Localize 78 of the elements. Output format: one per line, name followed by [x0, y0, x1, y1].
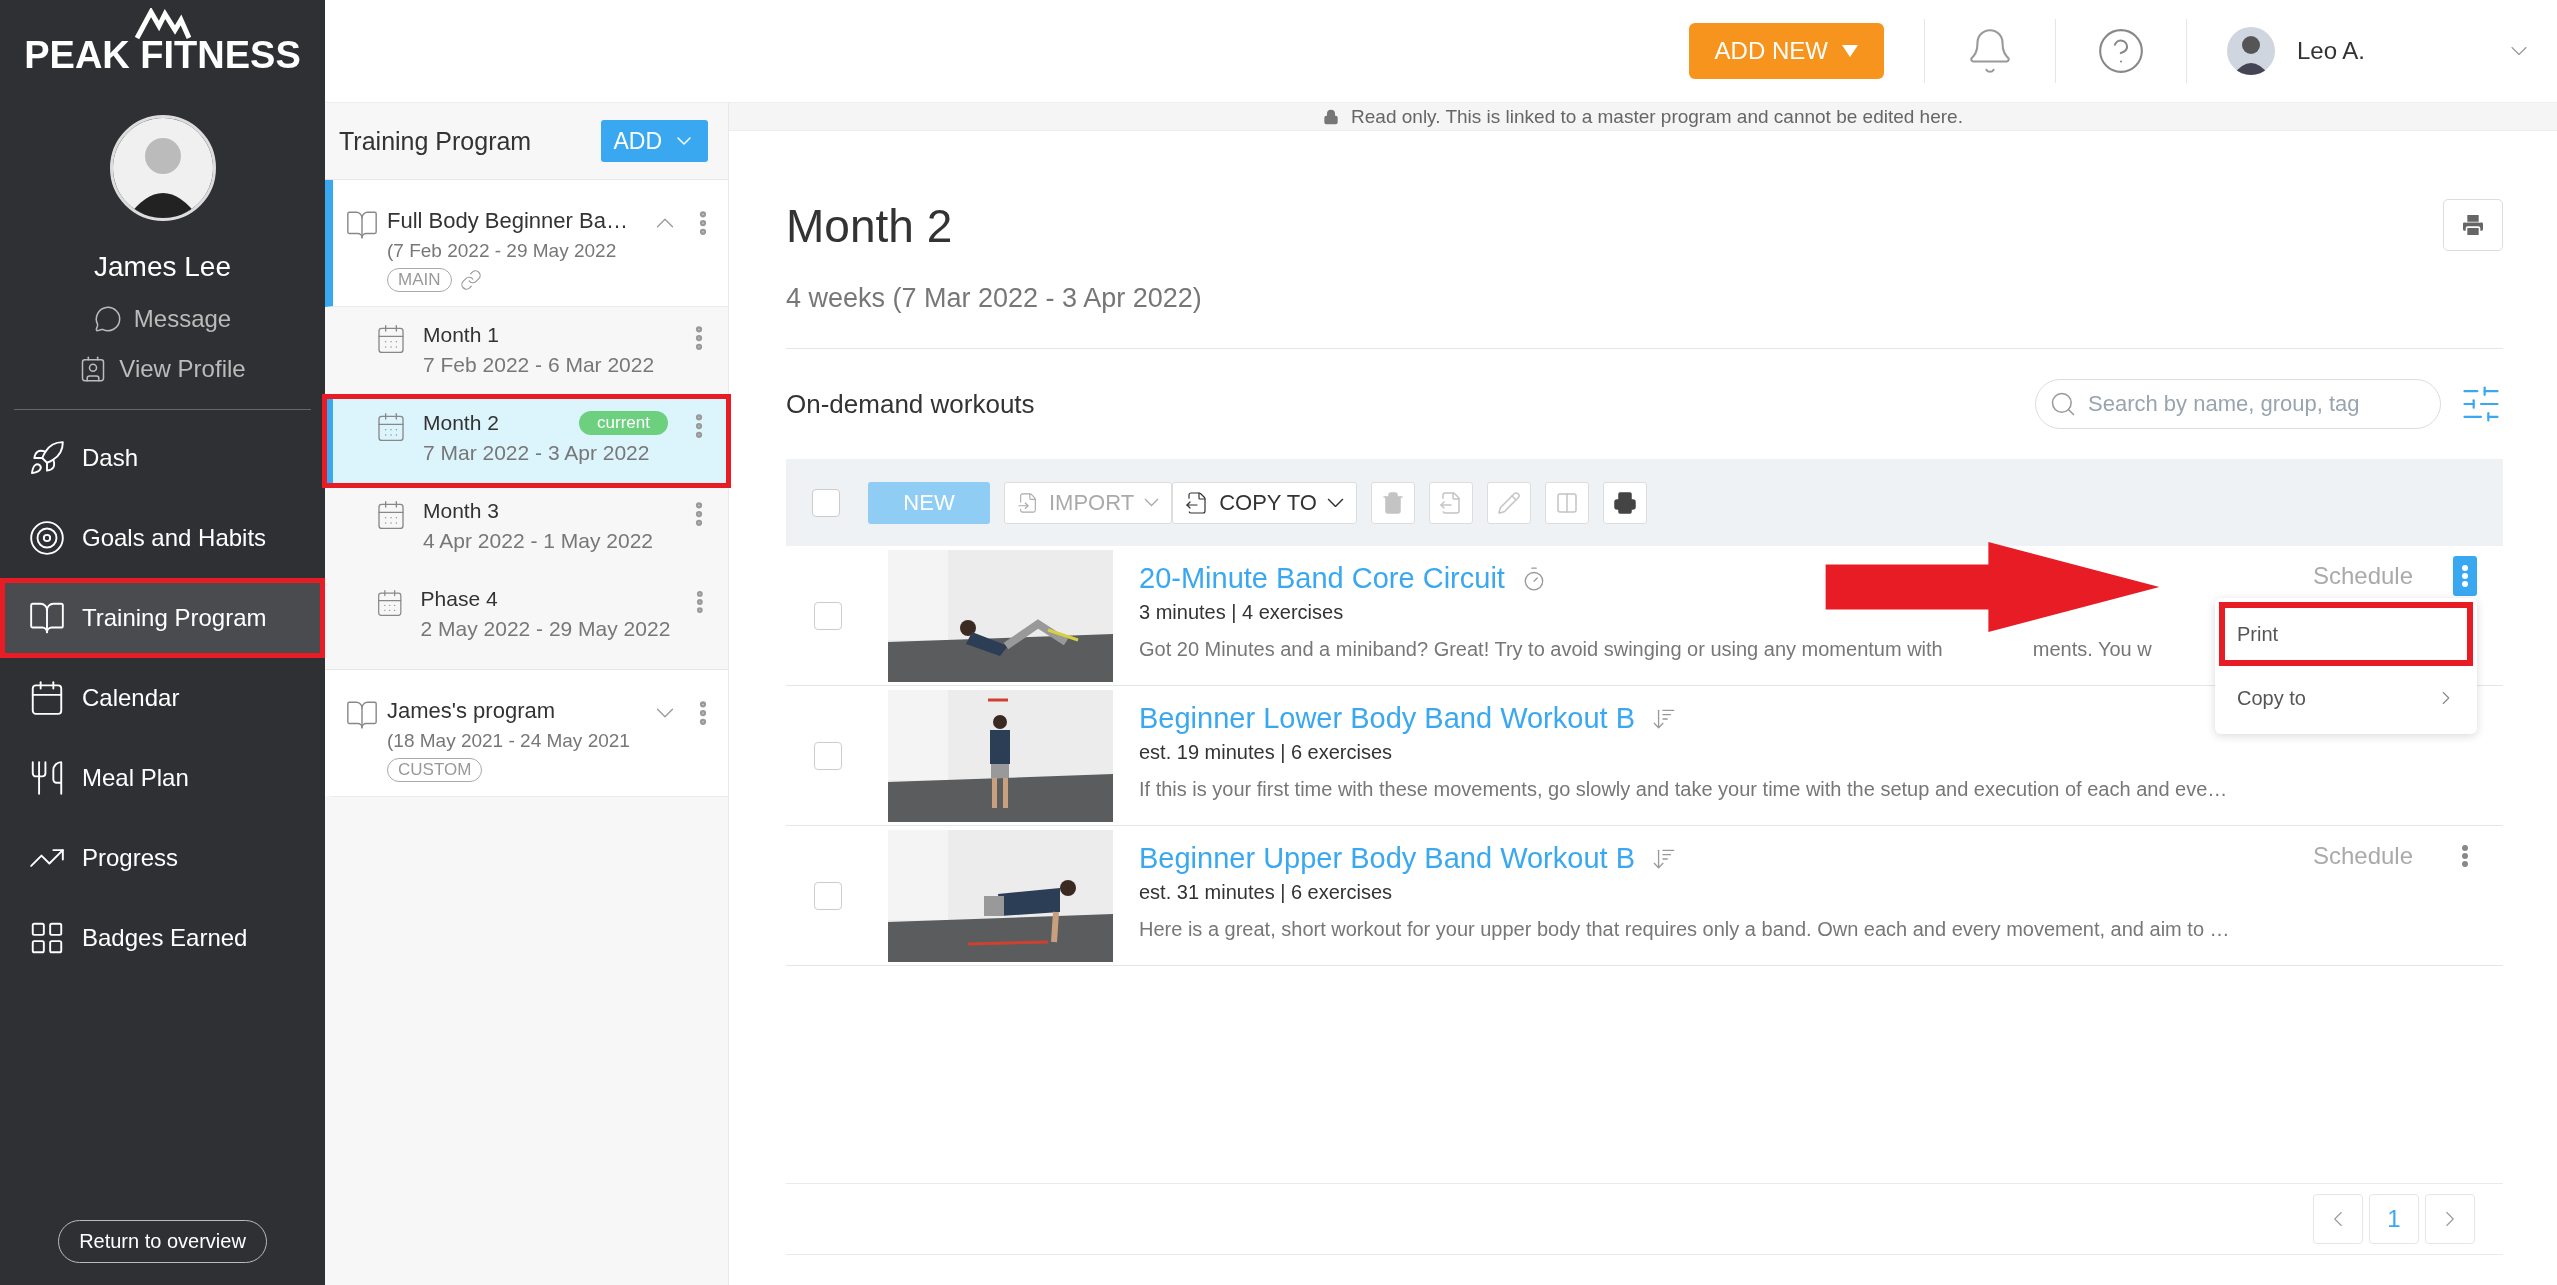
program-dates: (18 May 2021 - 24 May 2021 [387, 730, 631, 752]
workout-description: Got 20 Minutes and a miniband? Great! Try to avoid swinging or using any momentum with [1139, 638, 1943, 661]
more-icon [2462, 565, 2468, 587]
print-icon [1613, 490, 1637, 515]
current-badge: current [579, 411, 668, 435]
more-icon [2462, 845, 2468, 867]
phase-item[interactable]: Phase 4 2 May 2022 - 29 May 2022 [325, 573, 728, 661]
panel-title: Training Program [339, 126, 532, 156]
checkbox[interactable] [812, 488, 840, 517]
checkbox[interactable] [814, 882, 842, 910]
nav-item[interactable]: Badges Earned [0, 898, 325, 978]
phase-dates: 4 Apr 2022 - 1 May 2022 [423, 529, 654, 553]
phase-name: Phase 4 [420, 587, 498, 611]
file-icon [1439, 490, 1463, 515]
phase-item[interactable]: Month 2 current 7 Mar 2022 - 3 Apr 2022 [325, 397, 728, 485]
nav-item[interactable]: Calendar [0, 658, 325, 738]
more-button[interactable] [2453, 556, 2477, 596]
nav-item[interactable]: Progress [0, 818, 325, 898]
phase-name: Month 2 [423, 411, 499, 435]
copy-to-button[interactable]: COPY TO [1172, 481, 1357, 524]
phase-title: Month 2 [786, 199, 954, 253]
workout-meta: est. 31 minutes | 6 exercises [1139, 881, 1394, 904]
chevron-down-icon [1144, 498, 1160, 507]
program-dates: (7 Feb 2022 - 29 May 2022 [387, 240, 618, 262]
workout-description: If this is your first time with these movements, go slowly and take your time with the setup and execution of each and eve… [1139, 778, 2228, 801]
menu-item[interactable]: Copy to [2219, 666, 2473, 730]
brand-name: PEAK FITNESS [24, 34, 301, 77]
chevron-down-icon [1327, 497, 1344, 508]
phase-dates: 2 May 2022 - 29 May 2022 [420, 617, 671, 641]
trash-icon [1381, 490, 1405, 515]
checkbox[interactable] [814, 742, 842, 770]
nav-item[interactable]: Meal Plan [0, 738, 325, 818]
user-name[interactable]: Leo A. [2296, 37, 2365, 65]
rocket-icon [28, 439, 66, 477]
profile-link[interactable]: Message [0, 305, 325, 333]
phase-item[interactable]: Month 3 4 Apr 2022 - 1 May 2022 [325, 485, 728, 573]
phase-name: Month 3 [423, 499, 499, 523]
nav-item[interactable]: Goals and Habits [0, 498, 325, 578]
target-icon [28, 519, 66, 557]
print-button[interactable] [2443, 199, 2503, 251]
workout-meta: est. 19 minutes | 6 exercises [1139, 741, 1394, 764]
workout-description: ments. You w [2032, 638, 2152, 661]
next-page-button[interactable] [2425, 1194, 2475, 1244]
program-name: Full Body Beginner Ba… [387, 208, 629, 234]
read-only-notice: Read only. This is linked to a master program and cannot be edited here. [1351, 105, 1963, 128]
calendar-icon [375, 499, 407, 531]
workout-meta: 3 minutes | 4 exercises [1139, 601, 1345, 624]
previous-page-button[interactable] [2313, 1194, 2363, 1244]
workout-description: Here is a great, short workout for your upper body that requires only a band. Own each and every movement, and aim to … [1139, 918, 2230, 941]
profile-name: James Lee [93, 251, 232, 283]
phase-name: Month 1 [423, 323, 499, 347]
print-icon [2460, 212, 2486, 238]
lock-icon [1323, 108, 1340, 125]
mountain-logo-icon [134, 8, 191, 40]
program-item[interactable]: James's program (18 May 2021 - 24 May 2021 CUSTOM [325, 670, 728, 797]
caret-icon [1841, 45, 1858, 57]
phase-item[interactable]: Month 1 7 Feb 2022 - 6 Mar 2022 [325, 309, 728, 397]
search-icon [2049, 390, 2077, 418]
menu-item[interactable]: Print [2219, 602, 2473, 666]
section-title: On-demand workouts [786, 388, 1035, 420]
calendar-icon [375, 411, 407, 443]
phase-subtitle: 4 weeks (7 Mar 2022 - 3 Apr 2022) [786, 283, 1202, 314]
search-field[interactable]: Search by name, group, tag [2035, 379, 2441, 429]
phase-dates: 7 Mar 2022 - 3 Apr 2022 [423, 441, 651, 465]
program-name: James's program [387, 698, 557, 724]
nav-item[interactable]: Training Program [0, 578, 325, 658]
program-item[interactable]: Full Body Beginner Ba… (7 Feb 2022 - 29 May 2022 MAIN [325, 180, 728, 307]
columns-icon [1555, 490, 1579, 515]
print-button[interactable] [1603, 481, 1647, 524]
avatar [2226, 27, 2275, 75]
checkbox[interactable] [814, 602, 842, 630]
message-icon [93, 305, 122, 333]
file-icon [1017, 491, 1039, 514]
profile-link[interactable]: View Profile [0, 355, 325, 383]
pencil-icon [1497, 490, 1521, 515]
phase-dates: 7 Feb 2022 - 6 Mar 2022 [423, 353, 656, 377]
nav-item[interactable]: Dash [0, 418, 325, 498]
calendar-icon [375, 323, 407, 355]
